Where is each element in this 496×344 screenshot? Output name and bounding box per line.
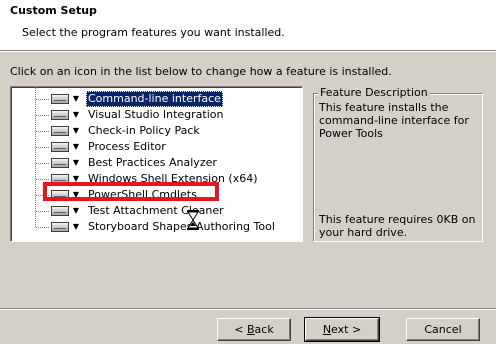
install-state-dropdown[interactable]: ▼	[50, 204, 82, 218]
tree-branch-line	[36, 227, 49, 228]
install-state-dropdown[interactable]: ▼	[50, 108, 82, 122]
feature-size-text: This feature requires 0KB on your hard d…	[319, 213, 476, 239]
hourglass-cursor-icon	[187, 210, 199, 230]
dropdown-arrow-icon: ▼	[72, 158, 80, 167]
install-state-dropdown[interactable]: ▼	[50, 220, 82, 234]
hard-drive-icon	[51, 206, 69, 216]
feature-description-legend: Feature Description	[318, 86, 430, 99]
dropdown-arrow-icon: ▼	[72, 142, 80, 151]
tree-branch-line	[36, 211, 49, 212]
footer-divider	[0, 308, 496, 310]
header-banner: Custom Setup Select the program features…	[0, 0, 496, 50]
tree-branch-line	[36, 163, 49, 164]
dropdown-arrow-icon: ▼	[72, 222, 80, 231]
header-divider	[0, 50, 496, 52]
hard-drive-icon	[51, 142, 69, 152]
feature-label[interactable]: Process Editor	[86, 139, 168, 155]
highlight-box	[43, 182, 219, 201]
feature-label[interactable]: Visual Studio Integration	[86, 107, 225, 123]
page-title: Custom Setup	[10, 4, 97, 17]
feature-row[interactable]: ▼ Process Editor	[11, 139, 301, 155]
hard-drive-icon	[51, 222, 69, 232]
hard-drive-icon	[51, 126, 69, 136]
page-subtitle: Select the program features you want ins…	[22, 26, 285, 39]
feature-row[interactable]: ▼ Check-in Policy Pack	[11, 123, 301, 139]
feature-label[interactable]: Best Practices Analyzer	[86, 155, 219, 171]
next-label-accel: N	[322, 323, 332, 336]
dropdown-arrow-icon: ▼	[72, 110, 80, 119]
tree-branch-line	[36, 99, 49, 100]
next-label-post: ext >	[331, 323, 362, 336]
hard-drive-icon	[51, 94, 69, 104]
install-state-dropdown[interactable]: ▼	[50, 140, 82, 154]
feature-label[interactable]: Test Attachment Cleaner	[86, 203, 226, 219]
install-state-dropdown[interactable]: ▼	[50, 156, 82, 170]
instruction-text: Click on an icon in the list below to ch…	[10, 65, 392, 78]
tree-branch-line	[36, 131, 49, 132]
tree-branch-line	[36, 147, 49, 148]
install-state-dropdown[interactable]: ▼	[50, 124, 82, 138]
hard-drive-icon	[51, 110, 69, 120]
feature-row[interactable]: ▼ Command-line interface	[11, 91, 301, 107]
install-state-dropdown[interactable]: ▼	[50, 92, 82, 106]
feature-row[interactable]: ▼ Storyboard Shapes Authoring Tool	[11, 219, 301, 235]
feature-label[interactable]: Storyboard Shapes Authoring Tool	[86, 219, 277, 235]
back-label-accel: B	[247, 323, 255, 336]
feature-row[interactable]: ▼ Test Attachment Cleaner	[11, 203, 301, 219]
back-label-post: ack	[254, 323, 274, 336]
feature-row[interactable]: ▼ Visual Studio Integration	[11, 107, 301, 123]
dropdown-arrow-icon: ▼	[72, 94, 80, 103]
feature-description-text: This feature installs the command-line i…	[319, 101, 469, 140]
feature-label[interactable]: Check-in Policy Pack	[86, 123, 202, 139]
feature-row[interactable]: ▼ Best Practices Analyzer	[11, 155, 301, 171]
feature-label[interactable]: Command-line interface	[86, 91, 223, 107]
hard-drive-icon	[51, 158, 69, 168]
next-button[interactable]: Next >	[304, 317, 380, 342]
back-button[interactable]: < Back	[217, 318, 291, 341]
tree-branch-line	[36, 179, 49, 180]
cancel-button[interactable]: Cancel	[406, 318, 480, 341]
dropdown-arrow-icon: ▼	[72, 126, 80, 135]
feature-tree[interactable]: ▼ Command-line interface ▼ Visual Studio In…	[10, 86, 303, 242]
tree-branch-line	[36, 115, 49, 116]
dropdown-arrow-icon: ▼	[72, 206, 80, 215]
back-label-pre: <	[234, 323, 247, 336]
